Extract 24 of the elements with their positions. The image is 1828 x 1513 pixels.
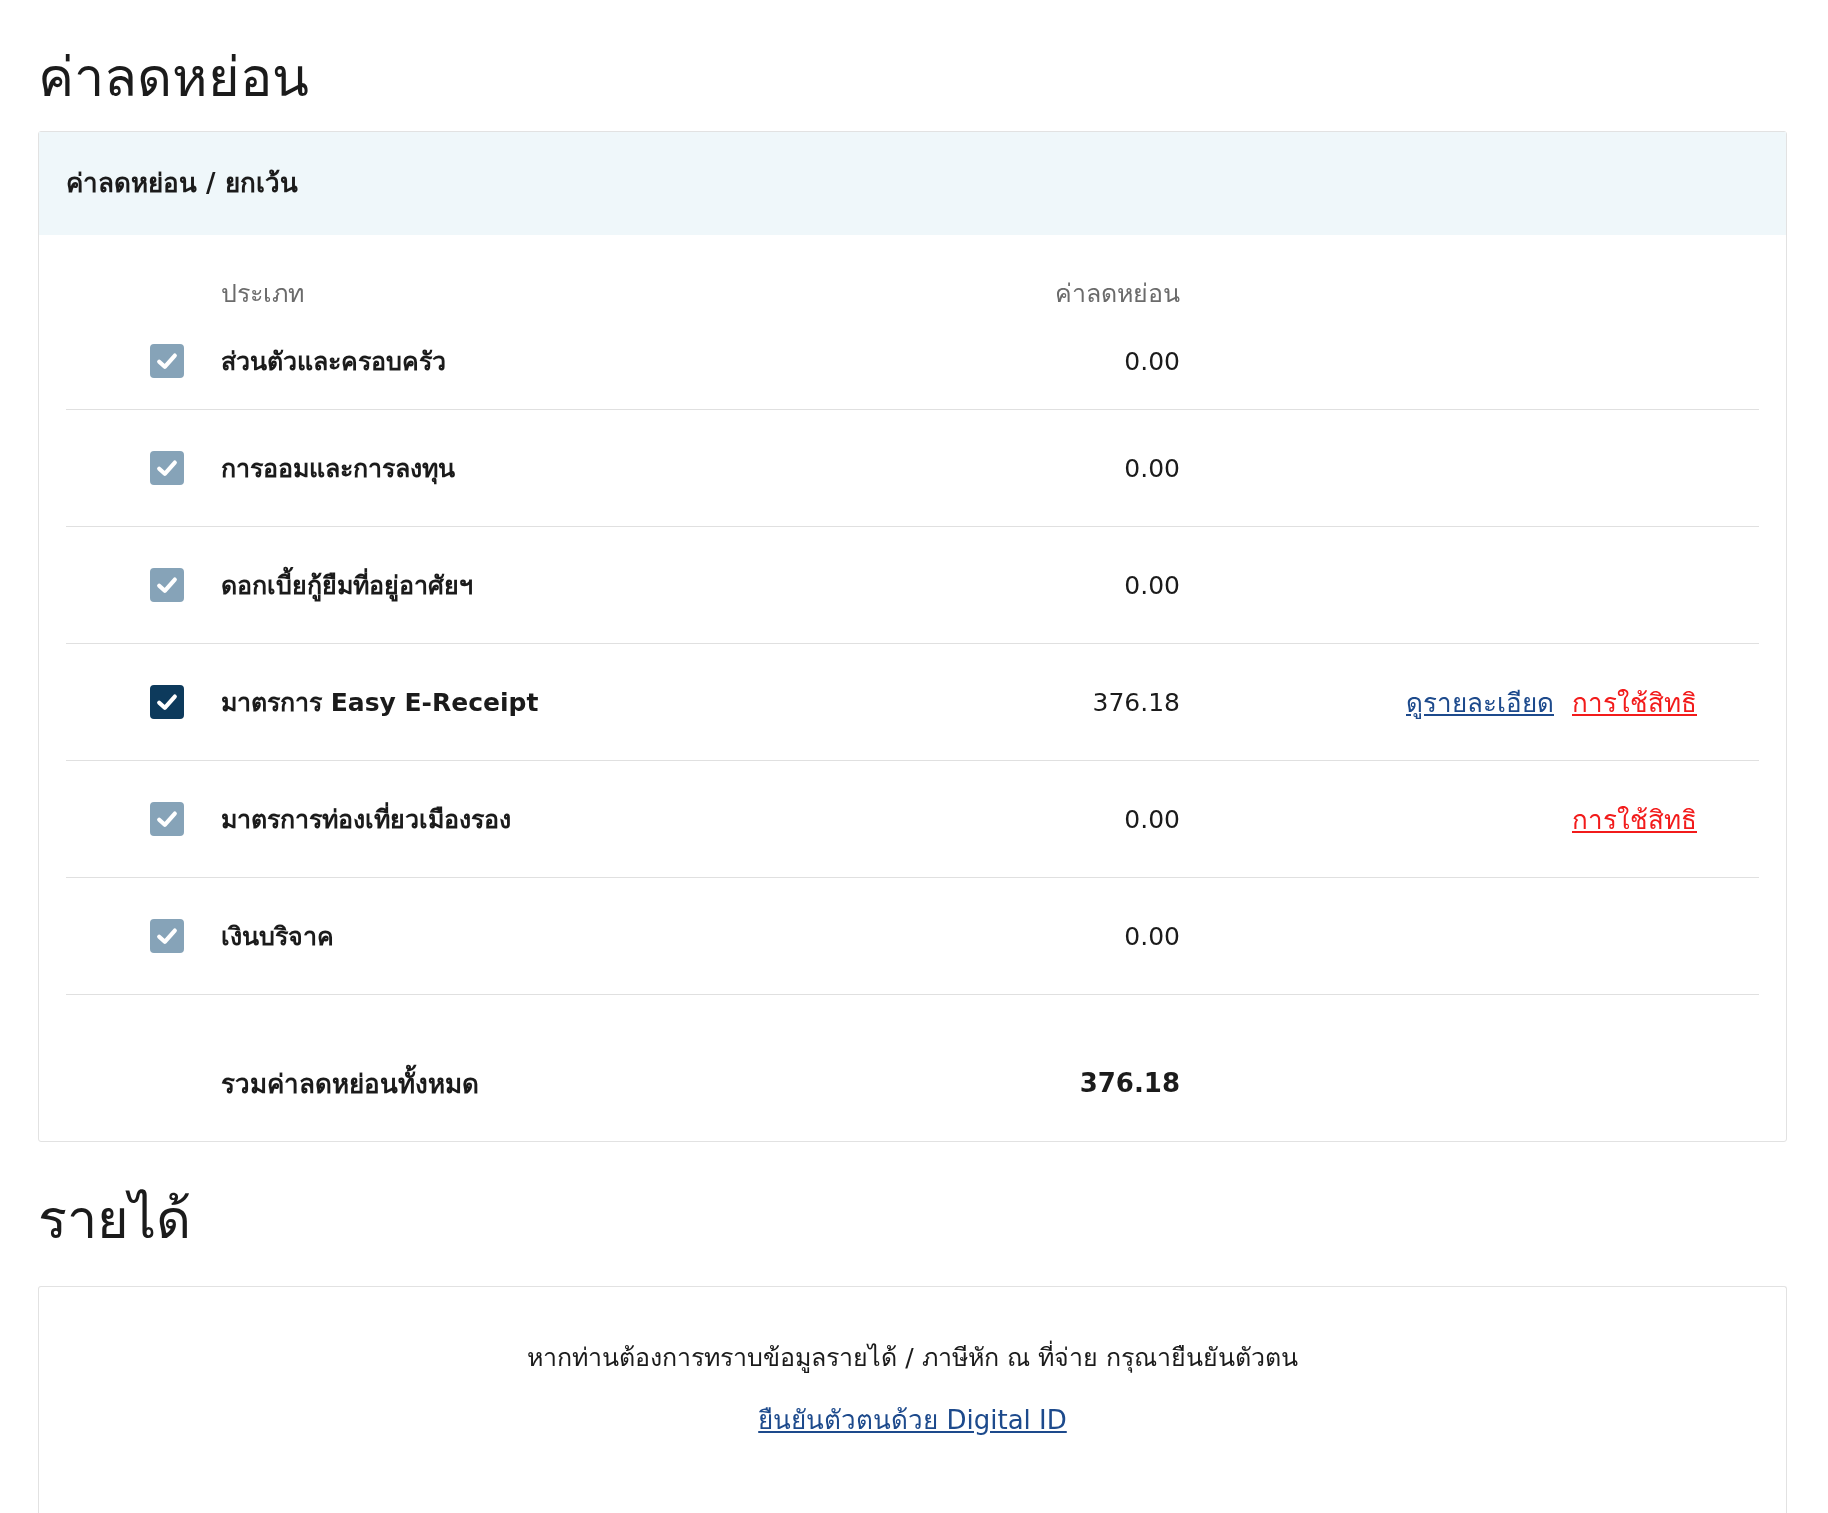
deduction-amount: 0.00	[1123, 453, 1180, 483]
deduction-type: ดอกเบี้ยกู้ยืมที่อยู่อาศัยฯ	[221, 565, 841, 606]
deduction-type: ส่วนตัวและครอบครัว	[221, 346, 447, 379]
deduction-amount: 0.00	[1123, 570, 1180, 600]
deduction-amount: 0.00	[1123, 921, 1180, 951]
total-amount: 376.18	[1078, 1068, 1180, 1099]
checkbox[interactable]	[150, 685, 184, 720]
details-link[interactable]: ดูรายละเอียด	[1406, 681, 1554, 723]
section-heading: ค่าลดหย่อน	[38, 48, 310, 108]
total-label: รวมค่าลดหย่อนทั้งหมด	[221, 1062, 841, 1104]
deduction-amount: 0.00	[1123, 804, 1180, 834]
deduction-type: การออมและการลงทุน	[221, 453, 456, 487]
info-message: หากท่านต้องการทราบข้อมูลรายได้ / ภาษีหัก ณ ที่จ่าย กรุณายืนยันตัวตน	[527, 1339, 1298, 1375]
card-header: ค่าลดหย่อน / ยกเว้น	[39, 132, 1786, 236]
section-heading: รายได้	[38, 1190, 192, 1250]
deduction-amount: 0.00	[1123, 346, 1180, 376]
column-header: ประเภท	[221, 278, 305, 311]
deduction-type: เงินบริจาค	[221, 921, 335, 954]
deduction-amount: 376.18	[1091, 687, 1180, 717]
column-header: ค่าลดหย่อน	[1054, 278, 1180, 311]
claim-link[interactable]: การใช้สิทธิ	[1572, 681, 1697, 723]
deduction-type: มาตรการ Easy E-Receipt	[221, 687, 540, 720]
digital-id-link[interactable]: ยืนยันตัวตนด้วย Digital ID	[758, 1404, 1067, 1435]
deduction-type: มาตรการท่องเที่ยวเมืองรอง	[221, 799, 841, 840]
